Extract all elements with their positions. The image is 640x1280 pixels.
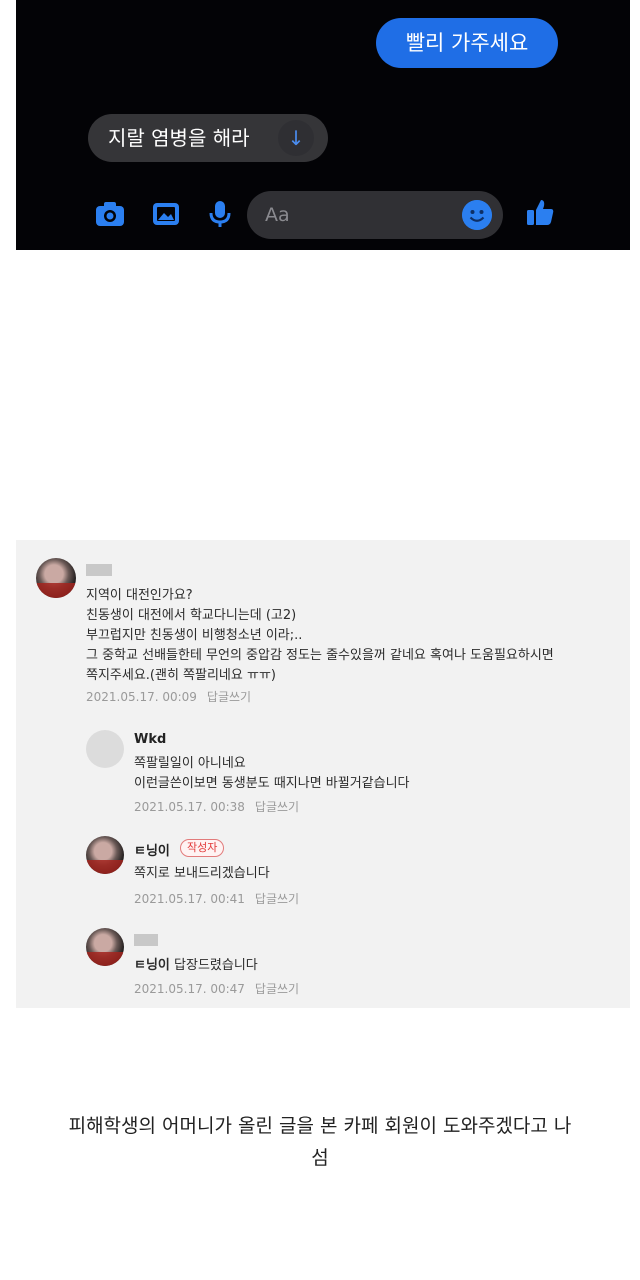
avatar: [36, 558, 76, 598]
blurred-nickname: [134, 934, 158, 946]
sent-message-bubble: 빨리 가주세요: [376, 18, 558, 68]
arrow-down-icon[interactable]: ↓: [278, 120, 314, 156]
caption-text: 피해학생의 어머니가 올린 글을 본 카페 회원이 도와주겠다고 나 섬: [0, 1110, 640, 1174]
comment-text: 쪽지주세요.(괜히 쪽팔리네요 ㅠㅠ): [86, 668, 276, 683]
comment-text: 지역이 대전인가요?: [86, 588, 193, 603]
messenger-chat-panel: 빨리 가주세요 지랄 염병을 해라 ↓ Aa: [16, 0, 630, 250]
comment-meta: 2021.05.17. 00:41 답글쓰기: [134, 890, 299, 907]
reply-link[interactable]: 답글쓰기: [255, 982, 299, 996]
comment-date: 2021.05.17. 00:09: [86, 690, 197, 704]
author-badge: 작성자: [180, 839, 225, 857]
comment-nickname: ㅌ닝이: [134, 844, 170, 859]
comment-meta: 2021.05.17. 00:47 답글쓰기: [134, 980, 299, 997]
caption-line: 섬: [311, 1147, 329, 1169]
cafe-comment-section: 지역이 대전인가요? 친동생이 대전에서 학교다니는데 (고2) 부끄럽지만 친…: [16, 540, 630, 1008]
camera-icon[interactable]: [94, 198, 126, 230]
comment-meta: 2021.05.17. 00:38 답글쓰기: [134, 798, 299, 815]
image-icon[interactable]: [150, 198, 182, 230]
reply-link[interactable]: 답글쓰기: [255, 800, 299, 814]
comment-date: 2021.05.17. 00:38: [134, 800, 245, 814]
avatar: [86, 730, 124, 768]
emoji-icon[interactable]: [462, 200, 492, 230]
comment-date: 2021.05.17. 00:47: [134, 982, 245, 996]
avatar: [86, 836, 124, 874]
comment-text: 그 중학교 선배들한테 무언의 중압감 정도는 줄수있을꺼 같네요 혹여나 도움…: [86, 648, 554, 663]
blurred-nickname: [86, 564, 112, 576]
mention: ㅌ닝이: [134, 958, 170, 973]
microphone-icon[interactable]: [204, 198, 236, 230]
comment-text: 이런글쓴이보면 동생분도 때지나면 바뀔거같습니다: [134, 776, 410, 791]
comment-text: ㅌ닝이 답장드렸습니다: [134, 958, 258, 973]
reply-link[interactable]: 답글쓰기: [207, 690, 251, 704]
avatar: [86, 928, 124, 966]
caption-line: 피해학생의 어머니가 올린 글을 본 카페 회원이 도와주겠다고 나: [68, 1115, 572, 1137]
comment-text: 부끄럽지만 친동생이 비행청소년 이라;..: [86, 628, 303, 643]
reply-link[interactable]: 답글쓰기: [255, 892, 299, 906]
comment-meta: 2021.05.17. 00:09 답글쓰기: [86, 688, 251, 705]
thumbs-up-icon[interactable]: [524, 196, 556, 228]
comment-text: 쪽지로 보내드리겠습니다: [134, 866, 270, 881]
comment-text: 친동생이 대전에서 학교다니는데 (고2): [86, 608, 297, 623]
comment-nickname: Wkd: [134, 732, 167, 747]
comment-text: 쪽팔릴일이 아니네요: [134, 756, 246, 771]
comment-date: 2021.05.17. 00:41: [134, 892, 245, 906]
